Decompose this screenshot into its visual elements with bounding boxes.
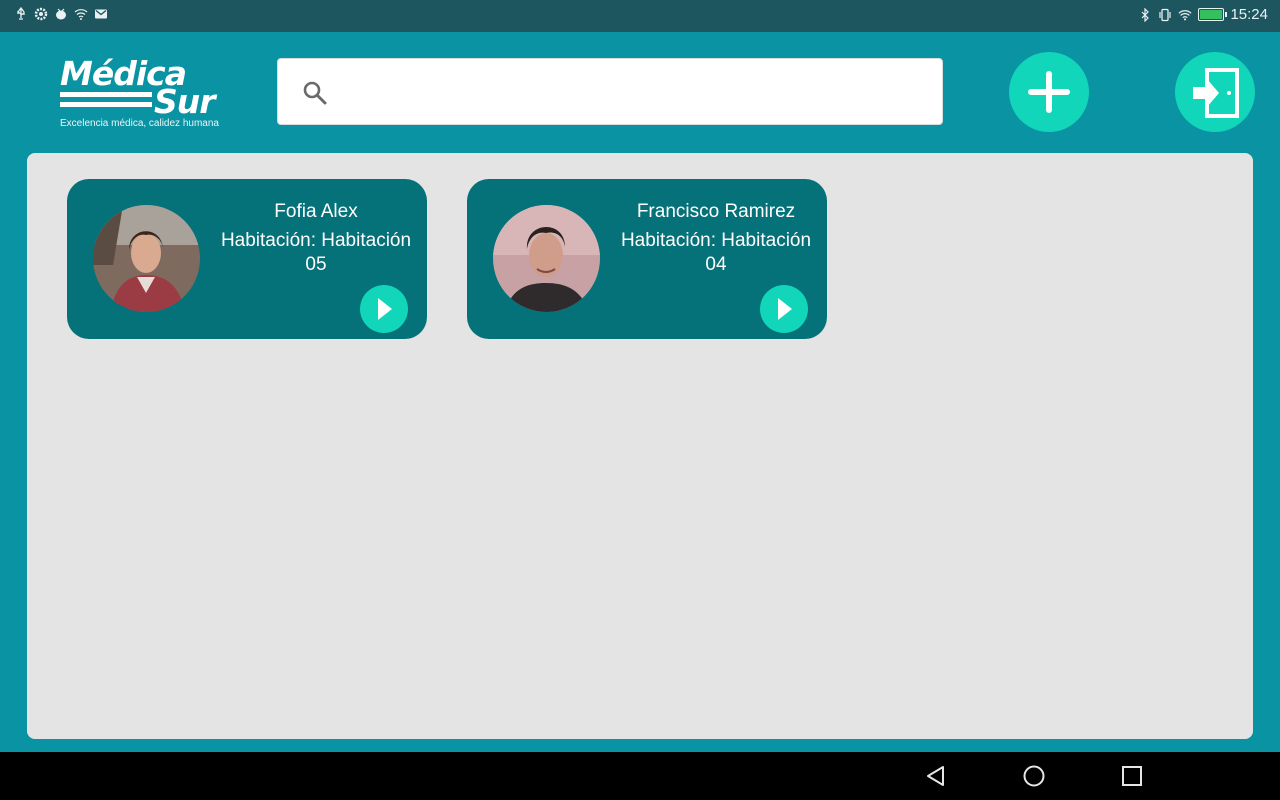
recents-icon[interactable] [1120, 764, 1144, 788]
medica-sur-logo: Médica Sur Excelencia médica, calidez hu… [58, 54, 228, 134]
battery-charging-icon [1198, 8, 1228, 21]
search-box[interactable] [277, 58, 943, 125]
usb-icon [17, 7, 25, 20]
play-icon [778, 298, 792, 320]
settings-gear-icon [34, 7, 48, 21]
room-number: 05 [305, 254, 327, 275]
room-number: 04 [705, 254, 727, 275]
room-label: Habitación: Habitación [620, 230, 812, 251]
clock: 15:24 [1230, 6, 1268, 23]
navigation-bar [0, 752, 1280, 800]
back-icon[interactable] [924, 764, 948, 788]
search-input[interactable] [342, 71, 922, 113]
status-bar: 15:24 [0, 0, 1280, 32]
play-button[interactable] [760, 285, 808, 333]
patient-avatar [493, 205, 600, 312]
logo-line2: Sur [154, 82, 216, 121]
room-label: Habitación: Habitación [220, 230, 412, 251]
patient-name: Fofia Alex [274, 201, 358, 222]
exit-door-icon [1193, 68, 1239, 118]
patient-room: Habitación: Habitación 04 [613, 229, 819, 277]
patient-room: Habitación: Habitación 05 [213, 229, 419, 277]
wifi-question-icon [74, 9, 88, 20]
home-icon[interactable] [1022, 764, 1046, 788]
patient-avatar [93, 205, 200, 312]
patient-card[interactable]: Fofia Alex Habitación: Habitación 05 [67, 179, 427, 339]
bluetooth-icon [1142, 7, 1150, 22]
wifi-icon [1178, 9, 1193, 20]
patient-name: Francisco Ramirez [636, 201, 796, 222]
gmail-icon [95, 9, 107, 19]
patient-card[interactable]: Francisco Ramirez Habitación: Habitación… [467, 179, 827, 339]
exit-button[interactable] [1175, 52, 1255, 132]
system-icons: 15:24 [1138, 6, 1268, 23]
patient-list-panel: Fofia Alex Habitación: Habitación 05 Fra… [27, 153, 1253, 739]
play-icon [378, 298, 392, 320]
plus-icon [1028, 71, 1070, 113]
vibrate-icon [1159, 8, 1172, 21]
notification-icons [14, 7, 108, 21]
logo-tagline: Excelencia médica, calidez humana [60, 118, 219, 129]
add-patient-button[interactable] [1009, 52, 1089, 132]
logo-bars [60, 92, 152, 112]
search-icon [303, 81, 327, 105]
play-button[interactable] [360, 285, 408, 333]
android-debug-icon [56, 8, 66, 20]
